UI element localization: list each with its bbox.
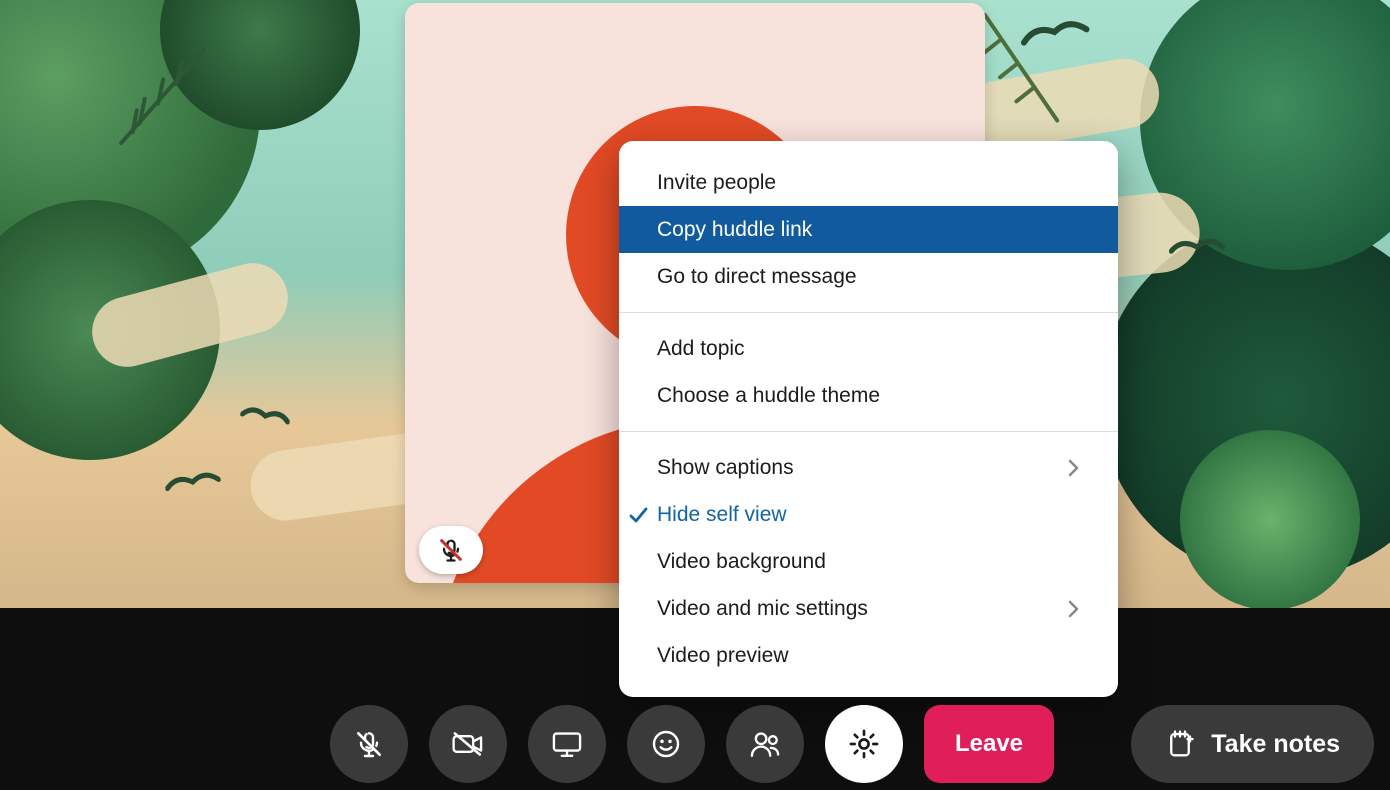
decor-bird (1168, 233, 1226, 266)
screen-share-button[interactable] (528, 705, 606, 783)
leave-button[interactable]: Leave (924, 705, 1054, 783)
huddle-toolbar: Leave Take notes (0, 706, 1390, 790)
take-notes-label: Take notes (1211, 730, 1340, 759)
mic-toggle-button[interactable] (330, 705, 408, 783)
menu-item-label: Choose a huddle theme (657, 385, 880, 406)
people-button[interactable] (726, 705, 804, 783)
menu-item-label: Go to direct message (657, 266, 857, 287)
mic-muted-icon (353, 728, 385, 760)
menu-item-direct-message[interactable]: Go to direct message (619, 253, 1118, 300)
menu-item-label: Video preview (657, 645, 789, 666)
menu-item-label: Show captions (657, 457, 794, 478)
menu-item-show-captions[interactable]: Show captions (619, 444, 1118, 491)
notes-icon (1165, 729, 1195, 759)
chevron-right-icon (1066, 599, 1080, 619)
chevron-right-icon (1066, 458, 1080, 478)
menu-item-label: Invite people (657, 172, 776, 193)
menu-item-add-topic[interactable]: Add topic (619, 325, 1118, 372)
screen-share-icon (550, 729, 584, 759)
emoji-reactions-button[interactable] (627, 705, 705, 783)
decor-bird (163, 465, 223, 502)
mic-muted-icon (437, 536, 465, 564)
participant-mic-muted-badge (419, 526, 483, 574)
gear-icon (847, 727, 881, 761)
menu-item-video-mic-settings[interactable]: Video and mic settings (619, 585, 1118, 632)
menu-item-hide-self-view[interactable]: Hide self view (619, 491, 1118, 538)
menu-item-choose-theme[interactable]: Choose a huddle theme (619, 372, 1118, 419)
menu-item-label: Copy huddle link (657, 219, 812, 240)
camera-off-icon (451, 729, 485, 759)
emoji-icon (650, 728, 682, 760)
menu-separator (619, 431, 1118, 432)
more-options-menu: Invite people Copy huddle link Go to dir… (619, 141, 1118, 697)
menu-item-label: Video and mic settings (657, 598, 868, 619)
menu-item-invite-people[interactable]: Invite people (619, 159, 1118, 206)
menu-item-copy-huddle-link[interactable]: Copy huddle link (619, 206, 1118, 253)
menu-item-label: Add topic (657, 338, 745, 359)
check-icon (627, 504, 649, 526)
take-notes-button[interactable]: Take notes (1131, 705, 1374, 783)
menu-item-label: Video background (657, 551, 826, 572)
menu-item-label: Hide self view (657, 504, 787, 525)
leave-label: Leave (955, 730, 1023, 758)
decor-bird (238, 401, 292, 435)
more-options-button[interactable] (825, 705, 903, 783)
menu-separator (619, 312, 1118, 313)
menu-item-video-background[interactable]: Video background (619, 538, 1118, 585)
menu-item-video-preview[interactable]: Video preview (619, 632, 1118, 679)
decor-leaf (1180, 430, 1360, 608)
camera-toggle-button[interactable] (429, 705, 507, 783)
people-icon (748, 729, 782, 759)
